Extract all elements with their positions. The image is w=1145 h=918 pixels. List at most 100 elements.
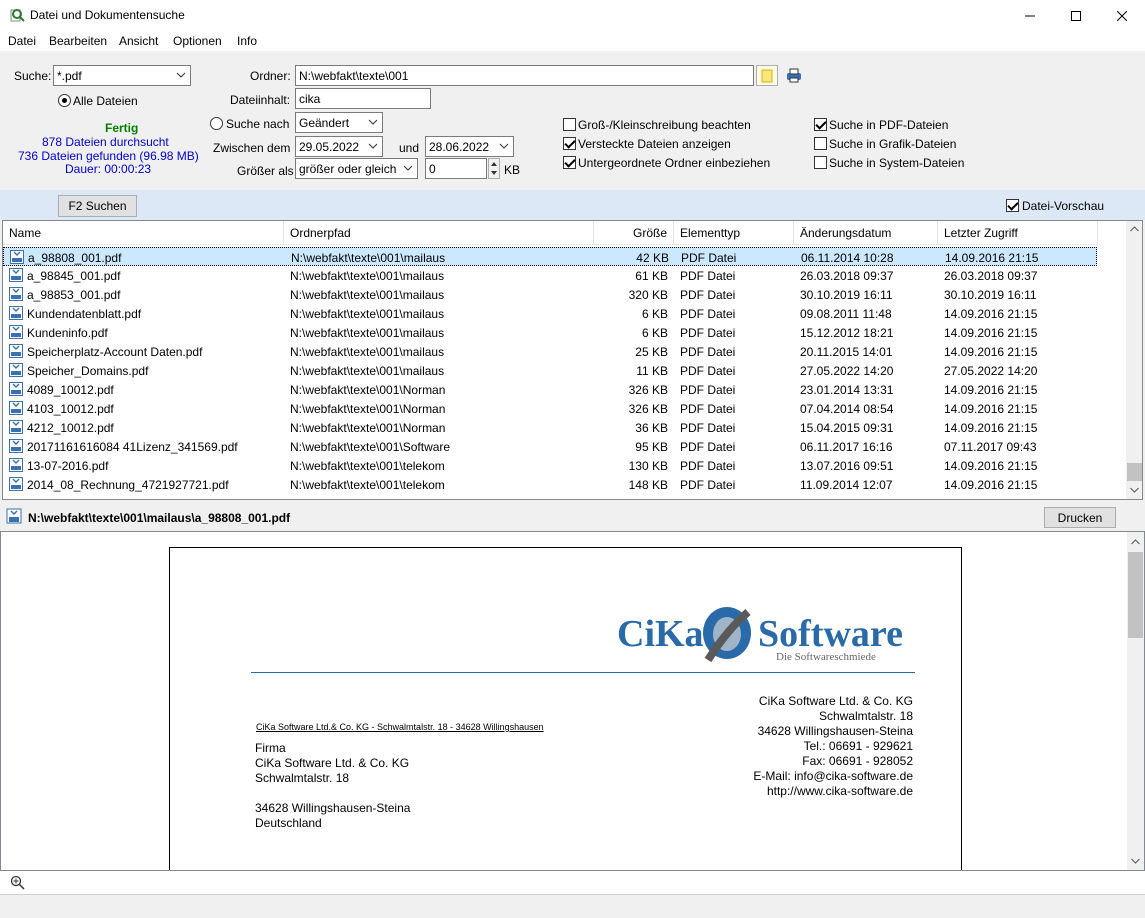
cell-path: N:\webfakt\texte\001\Norman (290, 383, 446, 397)
preview-path: N:\webfakt\texte\001\mailaus\a_98808_001… (28, 511, 291, 525)
cell-name: 2014_08_Rechnung_4721927721.pdf (27, 478, 229, 492)
table-row[interactable]: a_98808_001.pdf N:\webfakt\texte\001\mail… (3, 247, 1097, 266)
preview-checkbox[interactable] (1006, 199, 1019, 212)
scroll-up-icon[interactable] (1130, 226, 1139, 232)
date-from-picker[interactable]: 29.05.2022 (295, 136, 383, 157)
pdf-checkbox[interactable] (814, 118, 827, 131)
suche-combo[interactable]: *.pdf (53, 65, 191, 86)
hidden-checkbox[interactable] (563, 137, 576, 150)
menu-datei[interactable]: Datei (8, 34, 36, 48)
pdf-file-icon (9, 401, 23, 415)
system-checkbox[interactable] (814, 156, 827, 169)
cell-accessed: 14.09.2016 21:15 (945, 251, 1039, 265)
menu-ansicht[interactable]: Ansicht (119, 34, 158, 48)
cell-size: 326 KB (628, 402, 668, 416)
scroll-down-icon[interactable] (1130, 487, 1139, 493)
preview-scrollbar[interactable] (1127, 532, 1144, 870)
cell-accessed: 14.09.2016 21:15 (944, 421, 1038, 435)
menu-bearbeiten[interactable]: Bearbeiten (49, 34, 107, 48)
cell-name: 4089_10012.pdf (27, 383, 114, 397)
size-input[interactable]: 0 (425, 158, 487, 179)
col-type[interactable]: Elementtyp (674, 221, 794, 245)
pdf-page: CiKa Software Die Softwareschmiede CiKa … (169, 547, 962, 870)
preview-scroll-thumb[interactable] (1128, 552, 1143, 638)
scroll-down-icon[interactable] (1131, 858, 1140, 864)
list-scrollbar[interactable] (1126, 221, 1142, 499)
menu-info[interactable]: Info (237, 34, 257, 48)
cell-path: N:\webfakt\texte\001\mailaus (290, 288, 445, 302)
menu-optionen[interactable]: Optionen (173, 34, 222, 48)
graphics-label: Suche in Grafik-Dateien (829, 137, 957, 151)
print-button[interactable]: Drucken (1044, 507, 1116, 528)
graphics-checkbox[interactable] (814, 137, 827, 150)
date-to-picker[interactable]: 28.06.2022 (425, 136, 514, 157)
company-line: CiKa Software Ltd. & Co. KG (758, 694, 913, 708)
table-row[interactable]: a_98845_001.pdf N:\webfakt\texte\001\mail… (3, 266, 1097, 285)
company-line: 34628 Willingshausen-Steina (757, 724, 913, 738)
table-row[interactable]: a_98853_001.pdf N:\webfakt\texte\001\mail… (3, 285, 1097, 304)
cell-name: 4212_10012.pdf (27, 421, 114, 435)
cell-path: N:\webfakt\texte\001\Norman (290, 402, 446, 416)
spinner-arrows-icon (491, 162, 497, 175)
folder-icon (761, 69, 773, 82)
cell-size: 11 KB (636, 364, 668, 378)
cell-path: N:\webfakt\texte\001\mailaus (291, 251, 446, 265)
cell-type: PDF Datei (680, 440, 736, 454)
cell-path: N:\webfakt\texte\001\mailaus (290, 326, 445, 340)
table-row[interactable]: 4103_10012.pdf N:\webfakt\texte\001\Norma… (3, 399, 1097, 418)
groesser-combo[interactable]: größer oder gleich (295, 158, 418, 179)
dateiinhalt-input[interactable]: cika (295, 88, 431, 109)
table-row[interactable]: Speicher_Domains.pdf N:\webfakt\texte\001… (3, 361, 1097, 380)
size-spinner[interactable] (488, 158, 500, 179)
subfolders-checkbox[interactable] (563, 156, 576, 169)
preview-bar: N:\webfakt\texte\001\mailaus\a_98808_001… (0, 505, 1145, 531)
dateiinhalt-value: cika (299, 92, 321, 106)
chevron-down-icon (368, 143, 378, 149)
ordner-input[interactable]: N:\webfakt\texte\001 (295, 65, 754, 86)
table-row[interactable]: 20171161616084 41Lizenz_341569.pdf N:\web… (3, 437, 1097, 456)
suche-nach-radio[interactable] (210, 117, 223, 130)
col-modified[interactable]: Änderungsdatum (794, 221, 938, 245)
table-row[interactable]: 4212_10012.pdf N:\webfakt\texte\001\Norma… (3, 418, 1097, 437)
cell-size: 6 KB (641, 307, 668, 321)
cell-name: a_98808_001.pdf (28, 251, 122, 265)
col-name[interactable]: Name (3, 221, 284, 245)
logo-text-cika: CiKa (617, 613, 704, 655)
suche-nach-combo[interactable]: Geändert (295, 112, 383, 133)
pdf-file-icon (6, 508, 22, 524)
col-accessed[interactable]: Letzter Zugriff (938, 221, 1098, 245)
table-row[interactable]: 2014_08_Rechnung_4721927721.pdf N:\webfak… (3, 475, 1097, 494)
cell-path: N:\webfakt\texte\001\Norman (290, 421, 446, 435)
minimize-button[interactable] (1007, 0, 1053, 31)
table-row[interactable]: 13-07-2016.pdf N:\webfakt\texte\001\telek… (3, 456, 1097, 475)
table-row[interactable]: Speicherplatz-Account Daten.pdf N:\webfak… (3, 342, 1097, 361)
printer-icon[interactable] (785, 67, 803, 83)
cell-size: 25 KB (635, 345, 668, 359)
size-value: 0 (429, 162, 436, 176)
table-row[interactable]: 4089_10012.pdf N:\webfakt\texte\001\Norma… (3, 380, 1097, 399)
cell-type: PDF Datei (681, 251, 737, 265)
table-row[interactable]: Kundeninfo.pdf N:\webfakt\texte\001\maila… (3, 323, 1097, 342)
close-button[interactable] (1099, 0, 1145, 31)
pdf-file-icon (9, 439, 23, 453)
search-button[interactable]: F2 Suchen (58, 195, 137, 217)
table-row[interactable]: Kundendatenblatt.pdf N:\webfakt\texte\001… (3, 304, 1097, 323)
scroll-up-icon[interactable] (1131, 539, 1140, 545)
browse-folder-button[interactable] (756, 65, 778, 86)
list-scroll-thumb[interactable] (1127, 463, 1142, 481)
cell-path: N:\webfakt\texte\001\mailaus (290, 364, 445, 378)
alle-dateien-radio[interactable] (58, 94, 71, 107)
cell-path: N:\webfakt\texte\001\telekom (290, 459, 445, 473)
col-path[interactable]: Ordnerpfad (284, 221, 594, 245)
title-bar: Datei und Dokumentensuche (0, 0, 1145, 31)
system-label: Suche in System-Dateien (829, 156, 965, 170)
maximize-button[interactable] (1053, 0, 1099, 31)
logo-text-software: Software (758, 613, 903, 655)
subfolders-label: Untergeordnete Ordner einbeziehen (578, 156, 771, 170)
case-checkbox[interactable] (563, 118, 576, 131)
col-size[interactable]: Größe (594, 221, 674, 245)
cell-modified: 30.10.2019 16:11 (800, 288, 893, 302)
zoom-in-icon[interactable] (10, 875, 25, 890)
company-line: Tel.: 06691 - 929621 (803, 739, 913, 753)
kb-label: KB (504, 163, 521, 177)
